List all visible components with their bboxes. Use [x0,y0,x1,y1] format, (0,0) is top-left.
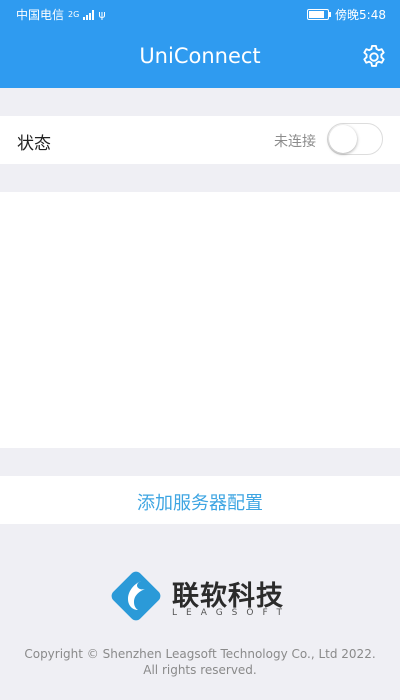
network-type: 2G [68,10,80,19]
copyright-line-1: Copyright © Shenzhen Leagsoft Technology… [24,647,376,661]
brand-name-en: LEAGSOFT [172,608,291,618]
clock: 傍晚5:48 [335,8,386,22]
status-label: 状态 [17,134,51,154]
copyright-text: Copyright © Shenzhen Leagsoft Technology… [10,646,390,678]
battery-fill [309,11,325,18]
app-bar: UniConnect [0,28,400,88]
status-bar-right: 傍晚5:48 [307,6,386,23]
battery-icon [307,9,332,20]
usb-icon: ψ [98,8,106,21]
copyright-line-2: All rights reserved. [143,663,257,677]
leagsoft-logo-icon [111,571,161,621]
status-bar-left: 中国电信 2G ψ [16,6,106,23]
carrier-name: 中国电信 [16,8,65,22]
app-title: UniConnect [139,44,261,68]
gear-icon[interactable] [360,43,388,71]
connection-state: 未连接 [274,134,316,150]
toggle-knob [329,125,357,153]
add-server-row[interactable]: 添加服务器配置 [0,476,400,524]
company-logo: 联软科技 LEAGSOFT [108,568,298,624]
add-server-button[interactable]: 添加服务器配置 [0,489,400,515]
app-screen: 中国电信 2G ψ 傍晚5:48 UniConnect 状态 未连接 添加服务器… [0,0,400,700]
signal-icon [83,9,95,20]
connection-toggle[interactable] [327,123,383,155]
connection-status-row: 状态 未连接 [0,116,400,164]
status-bar: 中国电信 2G ψ 傍晚5:48 [0,0,400,28]
server-list-area [0,192,400,448]
